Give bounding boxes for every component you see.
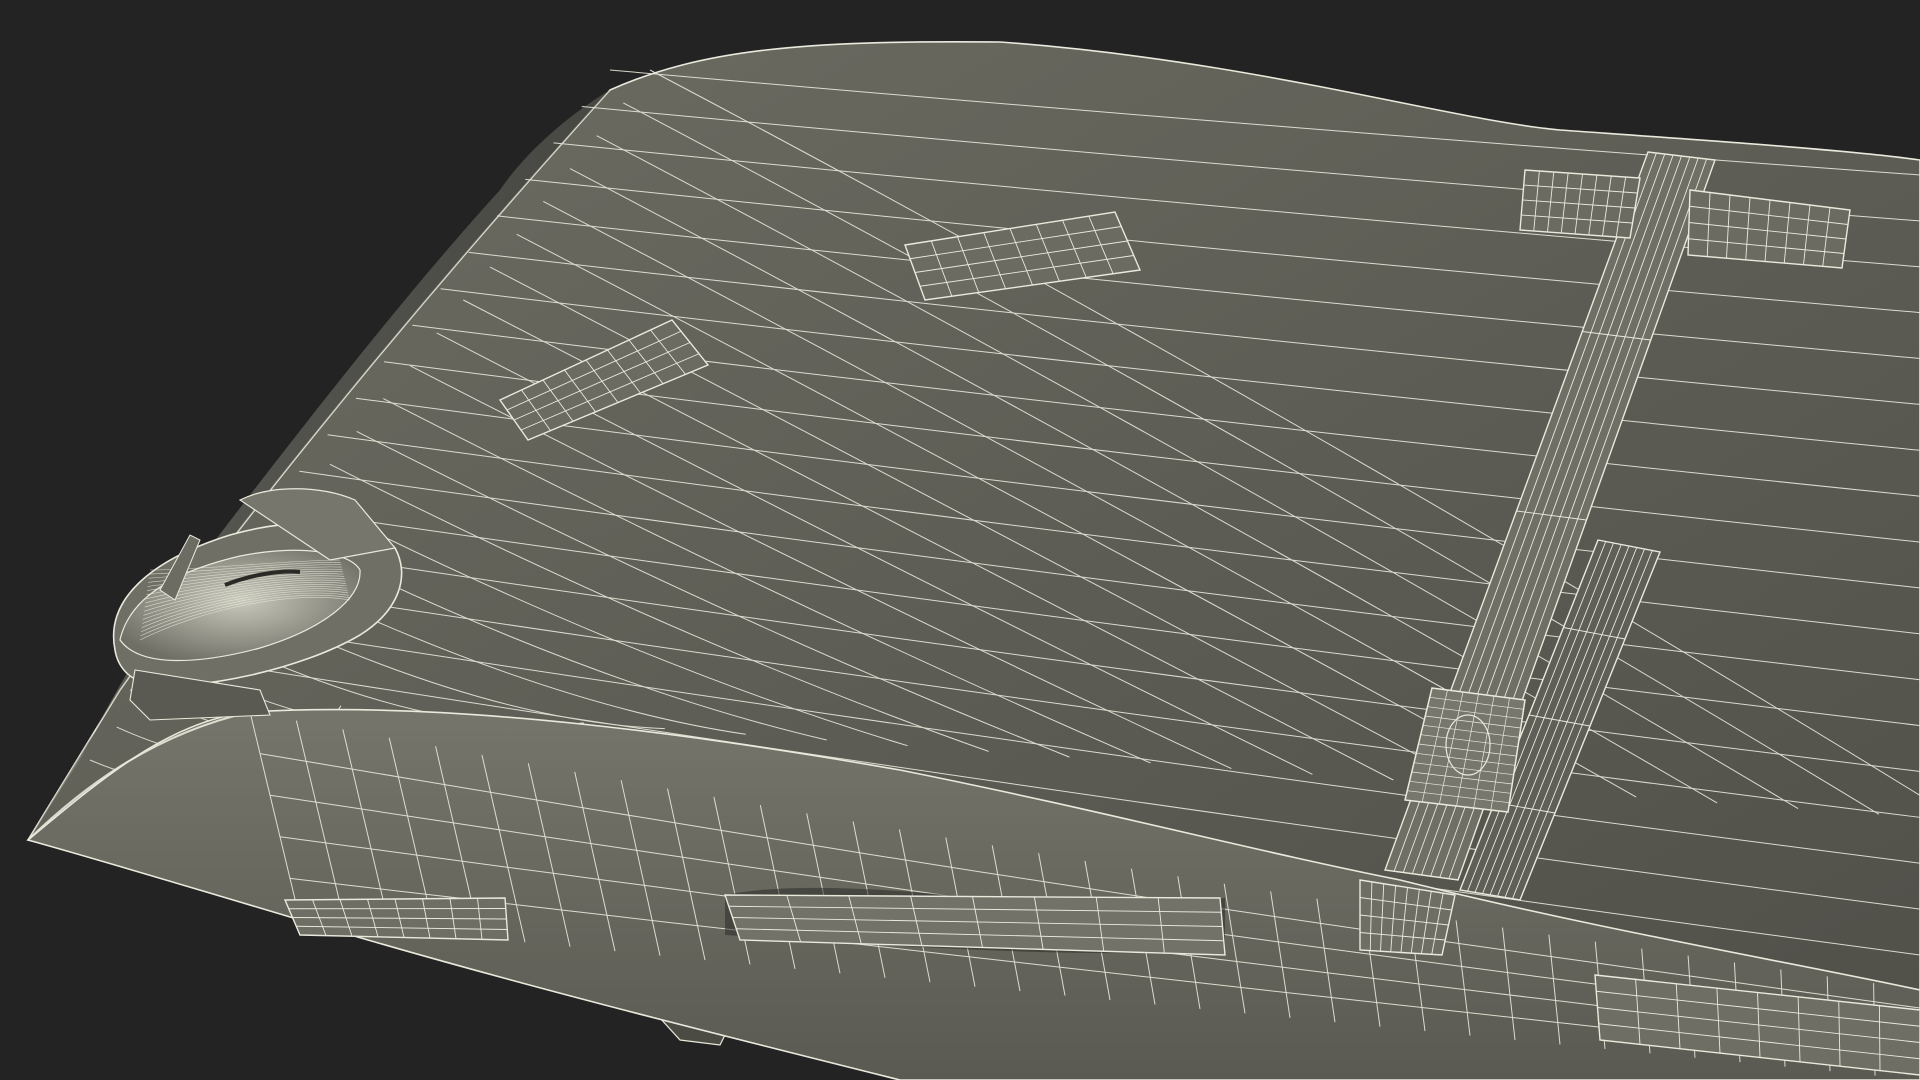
3d-viewport — [0, 0, 1920, 1080]
wireframe-render — [26, 40, 1920, 1080]
rail-strap-left — [283, 897, 509, 941]
strap-loop-top-a — [1519, 169, 1641, 239]
rail-strap-right-rib — [1878, 1005, 1881, 1071]
